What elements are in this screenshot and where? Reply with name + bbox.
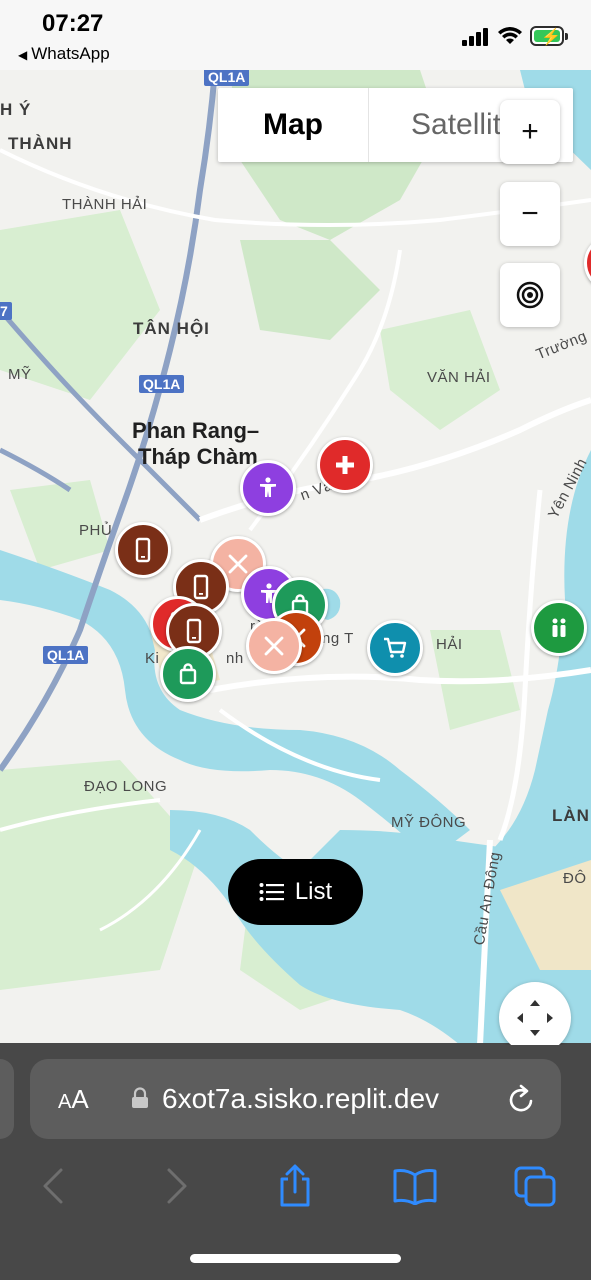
chevron-left-icon bbox=[43, 1168, 63, 1204]
previous-tab-preview[interactable] bbox=[0, 1059, 14, 1139]
place-label: H Ý bbox=[0, 100, 32, 119]
people-marker[interactable] bbox=[531, 600, 587, 656]
medical-cross-icon bbox=[336, 456, 354, 474]
back-triangle-icon: ◀ bbox=[18, 48, 28, 62]
place-label: HẢI bbox=[436, 636, 463, 653]
shopping-cart-icon bbox=[384, 637, 407, 658]
medical-cross-marker[interactable] bbox=[317, 437, 373, 493]
wifi-icon bbox=[498, 27, 522, 44]
zoom-in-button[interactable]: + bbox=[500, 100, 560, 164]
shopping-bag-marker[interactable] bbox=[160, 646, 216, 702]
share-icon bbox=[280, 1164, 310, 1207]
page-settings-button[interactable]: AA bbox=[58, 1084, 89, 1115]
highway-shield: QL1A bbox=[204, 70, 250, 86]
back-button[interactable] bbox=[30, 1163, 76, 1209]
highway-shield: QL1A bbox=[139, 375, 185, 393]
highway-shield: 7 bbox=[0, 302, 12, 320]
target-icon bbox=[516, 281, 544, 309]
city-label: Phan Rang– bbox=[132, 418, 260, 443]
place-label: MỸ bbox=[8, 366, 32, 383]
street-label: ng T bbox=[322, 630, 354, 647]
tabs-icon bbox=[514, 1166, 556, 1207]
place-label: LÀN bbox=[552, 806, 590, 825]
shopping-cart-marker[interactable] bbox=[367, 620, 423, 676]
shopping-bag-icon bbox=[179, 663, 197, 685]
share-button[interactable] bbox=[272, 1163, 318, 1209]
browser-toolbar: AA 6xot7a.sisko.replit.dev bbox=[0, 1043, 591, 1280]
fullscreen-arrows-icon bbox=[517, 1000, 553, 1036]
place-label: TÂN HỘI bbox=[133, 319, 210, 338]
plus-icon: + bbox=[521, 115, 539, 148]
fullscreen-button[interactable] bbox=[499, 982, 571, 1045]
place-label: nh bbox=[226, 650, 244, 667]
utensils-marker[interactable] bbox=[246, 618, 302, 674]
reload-icon[interactable] bbox=[506, 1082, 538, 1116]
zoom-out-button[interactable]: − bbox=[500, 182, 560, 246]
accessibility-marker[interactable] bbox=[240, 460, 296, 516]
phone-icon bbox=[186, 618, 202, 644]
battery-icon: ⚡ bbox=[530, 26, 568, 46]
city-label: Tháp Chàm bbox=[138, 444, 258, 469]
people-icon bbox=[552, 618, 566, 637]
place-label: PHỦ bbox=[79, 522, 113, 539]
home-indicator bbox=[190, 1254, 401, 1263]
phone-icon bbox=[193, 574, 209, 600]
phone-icon bbox=[135, 537, 151, 563]
forward-button[interactable] bbox=[154, 1163, 200, 1209]
utensils-icon bbox=[264, 636, 284, 656]
place-label: Ki bbox=[145, 650, 160, 667]
accessibility-icon bbox=[260, 477, 276, 497]
phone-marker[interactable] bbox=[115, 522, 171, 578]
list-icon bbox=[259, 883, 284, 901]
cellular-signal-icon bbox=[462, 28, 490, 46]
map-view[interactable]: H Ý THÀNH THÀNH HẢI TÂN HỘI MỸ VĂN HẢI P… bbox=[0, 70, 591, 1045]
list-view-button[interactable]: List bbox=[228, 859, 363, 925]
place-label: ĐÔ bbox=[563, 870, 587, 887]
status-bar: 07:27 ◀ WhatsApp ⚡ bbox=[0, 0, 591, 70]
place-label: THÀNH bbox=[8, 134, 73, 153]
place-label: MỸ ĐÔNG bbox=[391, 814, 467, 831]
book-icon bbox=[393, 1169, 437, 1205]
highway-shield: QL1A bbox=[43, 646, 89, 664]
list-button-label: List bbox=[294, 878, 333, 905]
chevron-right-icon bbox=[167, 1168, 187, 1204]
place-label: ĐẠO LONG bbox=[84, 778, 168, 795]
map-type-map-button[interactable]: Map bbox=[218, 88, 368, 162]
locate-me-button[interactable] bbox=[500, 263, 560, 327]
back-app-label: WhatsApp bbox=[31, 44, 110, 63]
place-label: THÀNH HẢI bbox=[62, 196, 148, 213]
minus-icon: − bbox=[521, 197, 539, 230]
address-bar[interactable]: AA 6xot7a.sisko.replit.dev bbox=[30, 1059, 561, 1139]
url-text: 6xot7a.sisko.replit.dev bbox=[162, 1083, 440, 1114]
lock-icon bbox=[132, 1087, 148, 1108]
tabs-button[interactable] bbox=[512, 1163, 558, 1209]
bookmarks-button[interactable] bbox=[392, 1163, 438, 1209]
place-label: VĂN HẢI bbox=[427, 369, 491, 386]
status-time: 07:27 bbox=[42, 10, 104, 37]
back-to-app-link[interactable]: ◀ WhatsApp bbox=[18, 44, 110, 64]
